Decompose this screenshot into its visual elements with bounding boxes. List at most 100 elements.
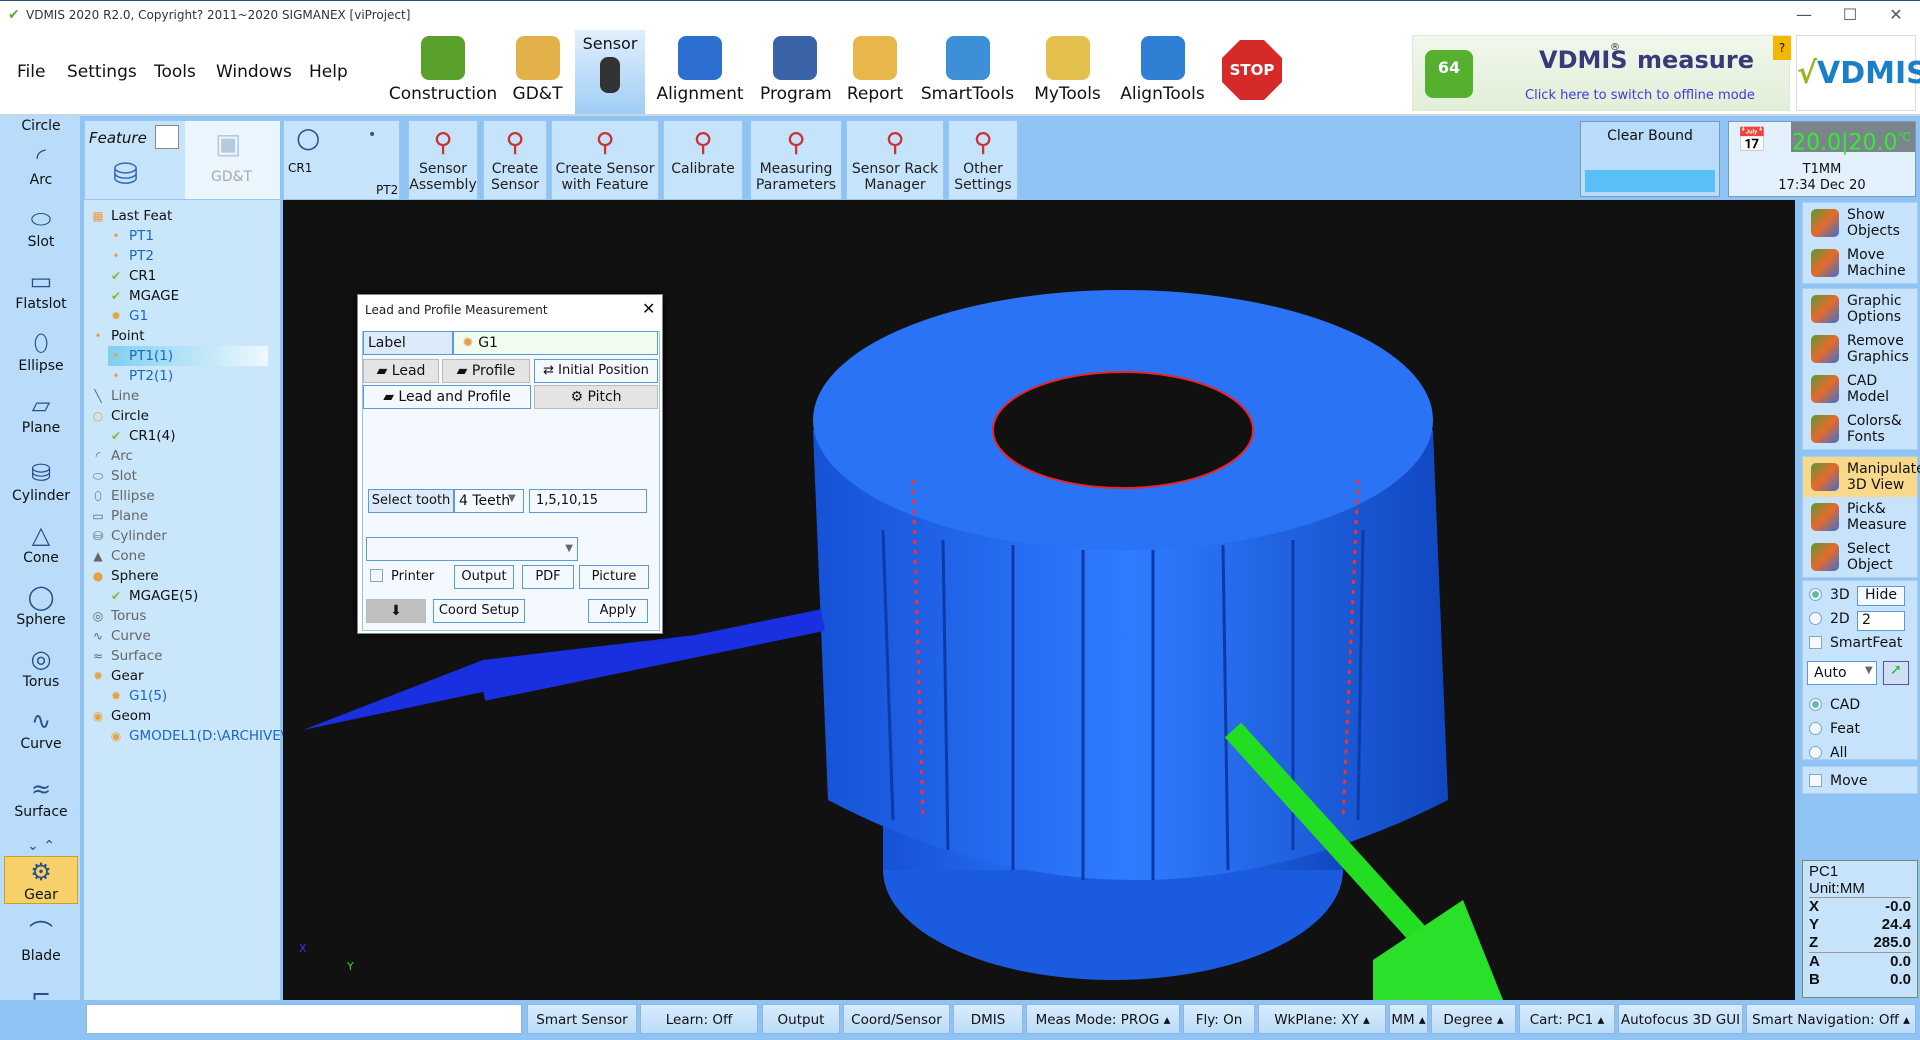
tree-item-pt2[interactable]: • PT2 (108, 246, 154, 266)
radio-cad[interactable]: CAD (1809, 697, 1917, 721)
tree-item-cr1[interactable]: ✔ CR1 (108, 266, 156, 286)
right-manipulate-3d-view-button[interactable]: Manipulate 3D View (1803, 457, 1920, 497)
sensor-create-sensor-with-feature-button[interactable]: ⚲ Create Sensor with Feature (551, 120, 659, 200)
tree-item-g1[interactable]: ✹ G1 (108, 306, 148, 326)
strip-curve[interactable]: ∿ Curve (4, 706, 78, 752)
right-show-objects-button[interactable]: Show Objects (1803, 203, 1917, 243)
circle-icon[interactable]: ○ (296, 121, 320, 154)
sensor-sensor-assembly-button[interactable]: ⚲ Sensor Assembly (408, 120, 478, 200)
teeth-list-input[interactable]: 1,5,10,15 (529, 489, 647, 513)
tree-item-mgage-5[interactable]: ✔ MGAGE(5) (108, 586, 198, 606)
tree-item-torus[interactable]: ◎ Torus (90, 606, 147, 626)
pitch-button[interactable]: ⚙ Pitch (534, 385, 658, 409)
tree-item-mgage[interactable]: ✔ MGAGE (108, 286, 179, 306)
menu-tools[interactable]: Tools (154, 62, 196, 82)
status-dmis[interactable]: DMIS (953, 1004, 1023, 1034)
right-remove-graphics-button[interactable]: Remove Graphics (1803, 329, 1917, 369)
tree-item-pt2-1[interactable]: • PT2(1) (108, 366, 173, 386)
radio-feat[interactable]: Feat (1809, 721, 1917, 745)
stop-button[interactable]: STOP (1222, 40, 1282, 100)
status-wkplane-xy[interactable]: WkPlane: XY ▴ (1258, 1004, 1386, 1034)
right-move-machine-button[interactable]: Move Machine (1803, 243, 1917, 283)
status-smart-sensor[interactable]: Smart Sensor (527, 1004, 637, 1034)
auto-select[interactable]: Auto ▼ ➚ (1807, 661, 1917, 691)
status-fly-on[interactable]: Fly: On (1183, 1004, 1255, 1034)
sensor-other-settings-button[interactable]: ⚲ Other Settings (948, 120, 1018, 200)
output-button[interactable]: Output (454, 565, 514, 589)
offline-mode-banner[interactable]: 64 VDMIS ® measure Click here to switch … (1412, 35, 1791, 111)
tree-item-gear[interactable]: ✹ Gear (90, 666, 144, 686)
lead-button[interactable]: ▰ Lead (363, 359, 439, 383)
sensor-calibrate-button[interactable]: ⚲ Calibrate (663, 120, 743, 200)
right-pick-measure-button[interactable]: Pick& Measure (1803, 497, 1917, 537)
ribbon-aligntools-button[interactable]: AlignTools (1115, 30, 1210, 114)
right-graphic-options-button[interactable]: Graphic Options (1803, 289, 1917, 329)
output-target-select[interactable]: ▼ (366, 537, 578, 561)
ribbon-alignment-button[interactable]: Alignment (655, 30, 745, 114)
strip-flatslot[interactable]: ▭ Flatslot (4, 266, 78, 312)
status-autofocus-3d-gui[interactable]: Autofocus 3D GUI (1618, 1004, 1743, 1034)
recent-pt2[interactable]: PT2 (376, 183, 398, 197)
strip-arc[interactable]: ◜ Arc (4, 142, 78, 188)
picture-button[interactable]: Picture (579, 565, 649, 589)
tree-item-cr1-4[interactable]: ✔ CR1(4) (108, 426, 176, 446)
point-icon[interactable]: • (368, 127, 376, 143)
tree-item-plane[interactable]: ▭ Plane (90, 506, 148, 526)
status-smart-navigation-off[interactable]: Smart Navigation: Off ▴ (1746, 1004, 1916, 1034)
minimize-button[interactable]: — (1784, 5, 1824, 24)
maximize-button[interactable]: ☐ (1830, 5, 1870, 24)
tree-item-circle[interactable]: ○ Circle (90, 406, 149, 426)
status-cart-pc1[interactable]: Cart: PC1 ▴ (1519, 1004, 1615, 1034)
move-checkbox[interactable]: Move (1802, 766, 1918, 794)
ribbon-report-button[interactable]: Report (845, 30, 905, 114)
strip-gear[interactable]: ⚙ Gear (4, 856, 78, 904)
feature-shapes-icon[interactable]: ⛁ (113, 157, 138, 192)
gdt-tab[interactable]: GD&T (211, 169, 252, 185)
strip-ellipse[interactable]: ⬯ Ellipse (4, 328, 78, 374)
status-mm[interactable]: MM ▴ (1389, 1004, 1428, 1034)
strip-cylinder[interactable]: ⛁ Cylinder (4, 458, 78, 504)
tree-item-cone[interactable]: ▲ Cone (90, 546, 145, 566)
strip-torus[interactable]: ◎ Torus (4, 644, 78, 690)
close-button[interactable]: ✕ (1876, 5, 1916, 24)
ribbon-mytools-button[interactable]: MyTools (1030, 30, 1105, 114)
status-output[interactable]: Output (762, 1004, 840, 1034)
sensor-measuring-parameters-button[interactable]: ⚲ Measuring Parameters (750, 120, 842, 200)
tree-item-geom[interactable]: ◉ Geom (90, 706, 151, 726)
ribbon-program-button[interactable]: Program (760, 30, 832, 114)
strip-slot[interactable]: ⬭ Slot (4, 204, 78, 250)
strip-scroll-buttons[interactable]: ⌄ ⌃ (4, 838, 78, 854)
tree-item-last-feat[interactable]: ▦ Last Feat (90, 206, 172, 226)
2d-value-input[interactable]: 2 (1857, 611, 1905, 631)
radio-2d[interactable]: 2D 2 (1809, 611, 1917, 635)
tree-item-pt1-1[interactable]: • PT1(1) (108, 346, 268, 366)
tree-item-surface[interactable]: ≈ Surface (90, 646, 162, 666)
ribbon-gd-t-button[interactable]: GD&T (510, 30, 565, 114)
tree-item-pt1[interactable]: • PT1 (108, 226, 154, 246)
feature-label[interactable]: Feature (89, 129, 147, 147)
strip-plane[interactable]: ▱ Plane (4, 390, 78, 436)
sensor-sensor-rack-manager-button[interactable]: ⚲ Sensor Rack Manager (846, 120, 944, 200)
hide-button[interactable]: Hide (1857, 586, 1905, 606)
ribbon-sensor-button[interactable]: Sensor (575, 30, 645, 114)
pick-icon[interactable]: ➚ (1883, 661, 1909, 685)
tree-item-curve[interactable]: ∿ Curve (90, 626, 151, 646)
tree-item-g1-5[interactable]: ✹ G1(5) (108, 686, 167, 706)
offline-mode-link[interactable]: Click here to switch to offline mode (1525, 88, 1755, 103)
right-select-object-button[interactable]: Select Object (1803, 537, 1917, 577)
help-button[interactable]: ? (1773, 36, 1791, 60)
initial-position-button[interactable]: ⇄ Initial Position (534, 359, 658, 383)
recent-cr1[interactable]: CR1 (288, 161, 312, 175)
ribbon-smarttools-button[interactable]: SmartTools (920, 30, 1015, 114)
pdf-button[interactable]: PDF (522, 565, 574, 589)
dialog-close-button[interactable]: ✕ (642, 299, 655, 318)
status-degree[interactable]: Degree ▴ (1431, 1004, 1516, 1034)
right-colors-fonts-button[interactable]: Colors& Fonts (1803, 409, 1917, 449)
strip-circle[interactable]: Circle (4, 118, 78, 134)
radio-3d[interactable]: 3D Hide (1809, 586, 1917, 611)
chevron-down-icon[interactable]: ▼ (508, 493, 516, 504)
strip-cone[interactable]: △ Cone (4, 520, 78, 566)
right-cad-model-button[interactable]: CAD Model (1803, 369, 1917, 409)
tree-item-point[interactable]: • Point (90, 326, 144, 346)
coord-setup-button[interactable]: Coord Setup (433, 599, 525, 623)
